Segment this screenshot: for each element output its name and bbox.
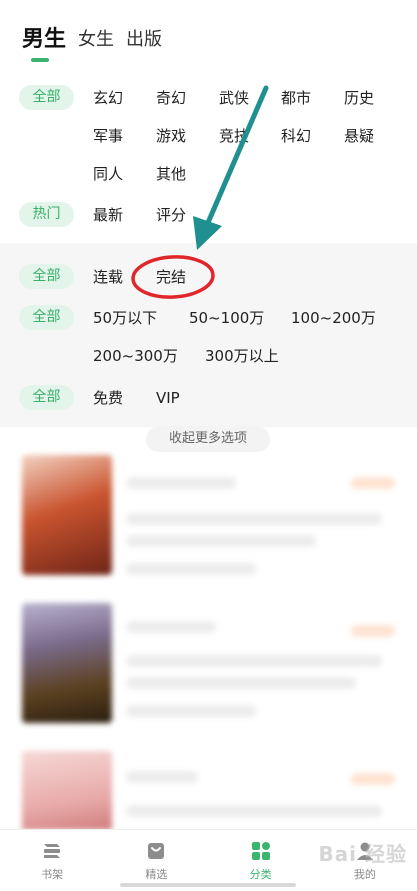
tab-publish[interactable]: 出版	[126, 26, 162, 54]
category-option[interactable]: 悬疑	[344, 125, 374, 147]
nav-bookshelf[interactable]: 书架	[0, 830, 104, 891]
status-option-finished[interactable]: 完结	[156, 266, 186, 288]
word-count-option[interactable]: 50万以下	[93, 307, 157, 329]
category-option[interactable]: 游戏	[156, 125, 186, 147]
nav-label: 分类	[249, 868, 272, 881]
book-desc-placeholder	[126, 513, 382, 525]
category-option[interactable]: 都市	[281, 87, 311, 109]
book-card[interactable]	[0, 751, 417, 830]
category-option[interactable]: 竞技	[219, 125, 249, 147]
featured-icon	[148, 843, 165, 859]
book-tag-placeholder	[351, 773, 395, 785]
price-option-vip[interactable]: VIP	[156, 387, 180, 409]
nav-label: 我的	[353, 868, 376, 881]
tab-male[interactable]: 男生	[22, 26, 66, 62]
category-option[interactable]: 玄幻	[93, 87, 123, 109]
status-option-serial[interactable]: 连载	[93, 266, 123, 288]
book-title-placeholder	[126, 771, 198, 783]
nav-label: 精选	[145, 868, 168, 881]
nav-featured[interactable]: 精选	[104, 830, 208, 891]
watermark: Bai 经验	[318, 842, 407, 866]
book-title-placeholder	[126, 621, 216, 633]
category-all-chip[interactable]: 全部	[19, 85, 74, 110]
book-title-placeholder	[126, 477, 236, 489]
gender-tabs: 男生 女生 出版	[22, 26, 162, 62]
book-card[interactable]	[0, 455, 417, 595]
book-meta-placeholder	[126, 563, 256, 575]
category-option[interactable]: 武侠	[219, 87, 249, 109]
word-count-option[interactable]: 200~300万	[93, 345, 178, 367]
extra-filters-panel: 全部 连载 完结 全部 50万以下 50~100万 100~200万 200~3…	[0, 243, 417, 427]
nav-label: 书架	[41, 868, 64, 881]
book-cover	[22, 455, 112, 575]
book-desc-placeholder	[126, 677, 356, 689]
word-count-option[interactable]: 50~100万	[189, 307, 264, 329]
category-option[interactable]: 历史	[344, 87, 374, 109]
nav-category[interactable]: 分类	[209, 830, 313, 891]
word-count-option[interactable]: 100~200万	[291, 307, 376, 329]
bookshelf-icon	[44, 844, 61, 858]
category-option[interactable]: 同人	[93, 163, 123, 185]
collapse-options-button[interactable]: 收起更多选项	[146, 426, 270, 452]
price-option-free[interactable]: 免费	[93, 387, 123, 409]
book-desc-placeholder	[126, 535, 316, 547]
book-tag-placeholder	[351, 477, 395, 489]
book-cover	[22, 751, 112, 830]
category-option[interactable]: 其他	[156, 163, 186, 185]
category-icon	[251, 842, 270, 860]
price-all-chip[interactable]: 全部	[19, 385, 74, 410]
category-option[interactable]: 奇幻	[156, 87, 186, 109]
home-indicator	[120, 883, 296, 887]
book-desc-placeholder	[126, 805, 382, 817]
status-all-chip[interactable]: 全部	[19, 264, 74, 289]
book-tag-placeholder	[351, 625, 395, 637]
book-meta-placeholder	[126, 705, 256, 717]
word-count-option[interactable]: 300万以上	[205, 345, 279, 367]
tab-female[interactable]: 女生	[78, 26, 114, 54]
book-card[interactable]	[0, 603, 417, 743]
category-option[interactable]: 军事	[93, 125, 123, 147]
book-desc-placeholder	[126, 655, 382, 667]
category-option[interactable]: 科幻	[281, 125, 311, 147]
book-list	[0, 455, 417, 830]
sort-option[interactable]: 评分	[156, 204, 186, 226]
word-count-all-chip[interactable]: 全部	[19, 305, 74, 330]
book-cover	[22, 603, 112, 723]
sort-hot-chip[interactable]: 热门	[19, 202, 74, 227]
sort-option[interactable]: 最新	[93, 204, 123, 226]
